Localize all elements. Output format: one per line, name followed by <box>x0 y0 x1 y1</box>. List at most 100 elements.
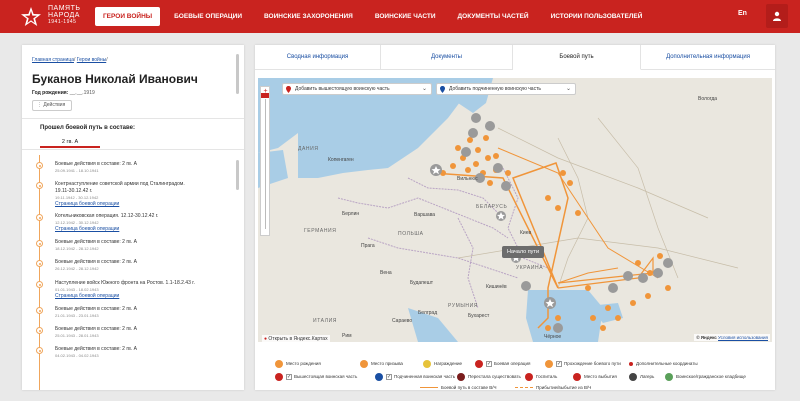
nav-user-stories[interactable]: ИСТОРИИ ПОЛЬЗОВАТЕЛЕЙ <box>543 7 651 26</box>
route-start-tooltip: Начало пути <box>502 246 545 258</box>
nav-unit-documents[interactable]: ДОКУМЕНТЫ ЧАСТЕЙ <box>450 7 537 26</box>
combat-timeline: Боевые действия в составе: 2 гв. А 25.09… <box>22 155 244 390</box>
child-unit-select[interactable]: Добавить подчиненную воинскую часть ⌄ <box>436 83 576 95</box>
parent-unit-checkbox[interactable]: ✓ <box>286 373 292 380</box>
legend-child-unit: ✓ Подчиненная воинская часть <box>375 372 455 382</box>
camp-icon <box>629 372 637 381</box>
map-label-vilnius: Вильнюс <box>457 176 478 182</box>
star-icon <box>21 7 41 26</box>
map-label-vienna: Вена <box>380 270 392 276</box>
tab-combat-path[interactable]: Боевой путь <box>513 45 641 70</box>
legend-disbanded: Перестала существовать <box>457 372 521 382</box>
event-title: Боевые действия в составе: 2 гв. А <box>55 306 137 312</box>
unit-tab[interactable]: 2 гв. А <box>40 136 100 148</box>
breadcrumb-heroes-link[interactable]: Герои войны <box>77 57 106 63</box>
open-in-yandex-link[interactable]: ● Открыть в Яндекс.Картах <box>262 335 330 342</box>
user-button[interactable] <box>766 4 788 28</box>
timeline-dot-icon <box>36 162 43 169</box>
legend-draft-place: Место призыва <box>360 359 403 369</box>
divider <box>22 149 244 150</box>
map-label-romania: РУМЫНИЯ <box>448 303 479 309</box>
operation-checkbox[interactable]: ✓ <box>486 360 492 367</box>
breadcrumb-home-link[interactable]: Главная страница <box>32 57 74 63</box>
nav-heroes[interactable]: ГЕРОИ ВОЙНЫ <box>95 7 161 26</box>
event-title: Боевые действия в составе: 2 гв. А <box>55 161 137 167</box>
map-background <box>258 78 739 342</box>
nav-burials[interactable]: ВОИНСКИЕ ЗАХОРОНЕНИЯ <box>256 7 361 26</box>
legend-unit-path-line: Боевой путь в составе В/Ч <box>420 383 496 393</box>
legend-label: Награждение <box>434 361 463 366</box>
map-label-kyiv: Киев <box>520 230 532 236</box>
map-label-italy: ИТАЛИЯ <box>313 318 338 324</box>
map-label-denmark: ДАНИЯ <box>298 146 319 152</box>
event-title: Контрнаступление советской армии под Ста… <box>55 181 185 187</box>
child-unit-checkbox[interactable]: ✓ <box>386 373 392 380</box>
map-copyright: © Яндекс Условия использования <box>694 334 770 341</box>
zoom-control[interactable]: + <box>260 86 270 236</box>
timeline-dot-icon <box>36 281 43 288</box>
timeline-scrollbar[interactable] <box>236 160 239 190</box>
info-panel: Сводная информация Документы Боевой путь… <box>255 45 775 390</box>
language-switch[interactable]: En <box>738 10 747 17</box>
terms-of-use-link[interactable]: Условия использования <box>718 335 768 340</box>
event-date: 19.11.1942 - 30.12.1942 <box>55 195 99 200</box>
legend-arrival-line: Прибытие/выбытие из В/Ч <box>515 383 591 393</box>
hospital-icon <box>525 372 533 381</box>
nav-units[interactable]: ВОИНСКИЕ ЧАСТИ <box>367 7 444 26</box>
tab-documents[interactable]: Документы <box>381 45 513 70</box>
logo-line-2: НАРОДА <box>48 12 80 19</box>
path-checkbox[interactable]: ✓ <box>556 360 562 367</box>
draft-place-icon <box>360 359 368 368</box>
event-title: Боевые действия в составе: 2 гв. А <box>55 259 137 265</box>
panel-scrollbar[interactable] <box>236 54 239 94</box>
operation-page-link[interactable]: Страница боевой операции <box>55 201 119 207</box>
legend-cemetery: Воинское/гражданское кладбище <box>665 372 746 382</box>
logo-line-1: ПАМЯТЬ <box>48 5 81 12</box>
event-title-line-2: 19.11-30.12.42 г. <box>55 188 93 194</box>
breadcrumb: Главная страница/ Герои войны/ <box>32 57 108 63</box>
map-label-bucharest: Бухарест <box>468 313 490 319</box>
person-panel: Главная страница/ Герои войны/ Буканов Н… <box>22 45 244 390</box>
operation-page-link[interactable]: Страница боевой операции <box>55 226 119 232</box>
legend-label: Дополнительные координаты <box>636 361 698 366</box>
map-label-sarajevo: Сараево <box>392 318 413 324</box>
divider <box>22 118 244 119</box>
actions-label: Действия <box>43 102 66 108</box>
award-icon <box>423 359 431 368</box>
legend-label: Подчиненная воинская часть <box>394 374 456 379</box>
map-label-chisinau: Кишинёв <box>486 284 507 290</box>
combat-path-map[interactable]: + Добавить вышестоящую воинскую часть ⌄ … <box>258 78 772 342</box>
event-title: Боевые действия в составе: 2 гв. А <box>55 239 137 245</box>
tab-additional-info[interactable]: Дополнительная информация <box>641 45 775 70</box>
map-label-belgrade: Белград <box>418 310 438 316</box>
legend-extra-coords: Дополнительные координаты <box>629 359 698 369</box>
zoom-slider-knob[interactable] <box>261 93 269 98</box>
legend-parent-unit: ✓ Вышестоящая воинская часть <box>275 372 357 382</box>
map-label-rome: Рим <box>342 333 352 339</box>
site-logo[interactable]: ПАМЯТЬ НАРОДА 1941-1945 <box>20 4 86 30</box>
top-header: ПАМЯТЬ НАРОДА 1941-1945 ГЕРОИ ВОЙНЫ БОЕВ… <box>0 0 800 33</box>
event-date: 18.12.1942 - 28.12.1942 <box>55 246 99 251</box>
dashed-line-icon <box>515 387 533 389</box>
event-date: 12.12.1942 - 30.12.1942 <box>55 220 99 225</box>
birth-label: Год рождения: <box>32 90 69 96</box>
path-point-icon <box>545 359 553 368</box>
zoom-ruler <box>265 99 266 229</box>
timeline-dot-icon <box>36 182 43 189</box>
operation-page-link[interactable]: Страница боевой операции <box>55 293 119 299</box>
child-unit-select-label: Добавить подчиненную воинскую часть <box>449 86 541 92</box>
legend-label: Госпиталь <box>536 374 558 379</box>
map-label-germany: ГЕРМАНИЯ <box>304 228 337 234</box>
map-label-belarus: БЕЛАРУСЬ <box>476 204 508 210</box>
nav-operations[interactable]: БОЕВЫЕ ОПЕРАЦИИ <box>166 7 250 26</box>
chevron-down-icon: ⌄ <box>421 86 427 92</box>
tab-summary[interactable]: Сводная информация <box>255 45 381 70</box>
child-unit-icon <box>375 372 383 381</box>
operation-icon <box>475 359 483 368</box>
actions-button[interactable]: ⋮ Действия <box>32 100 72 111</box>
timeline-line <box>39 155 40 390</box>
legend-label: Лагерь <box>640 374 655 379</box>
timeline-dot-icon <box>36 260 43 267</box>
map-label-vologda: Вологда <box>698 96 718 102</box>
parent-unit-select[interactable]: Добавить вышестоящую воинскую часть ⌄ <box>282 83 432 95</box>
